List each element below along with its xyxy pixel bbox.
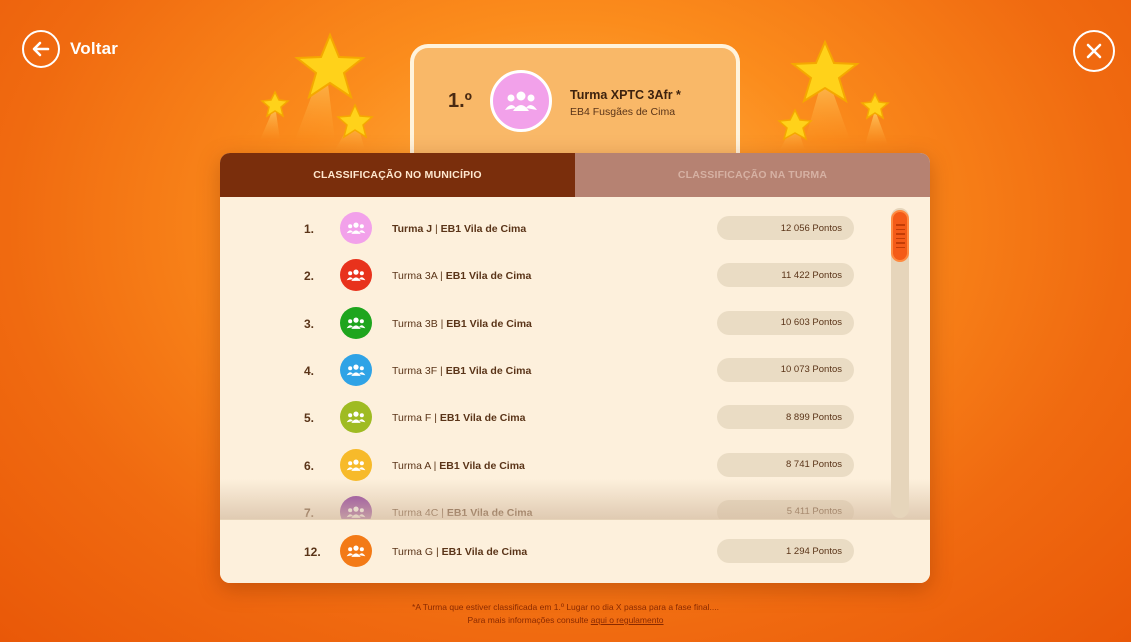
team-name: Turma G [392, 546, 434, 558]
team-label: Turma A | EB1 Vila de Cima [392, 460, 525, 472]
team-avatar [340, 259, 372, 292]
team-label: Turma 3F | EB1 Vila de Cima [392, 365, 531, 377]
ranking-panel: CLASSIFICAÇÃO NO MUNICÍPIO CLASSIFICAÇÃO… [220, 153, 930, 583]
arrow-left-icon [22, 30, 60, 68]
team-label: Turma J | EB1 Vila de Cima [392, 223, 526, 235]
scrollbar[interactable] [891, 208, 909, 518]
school-name: EB1 Vila de Cima [441, 546, 528, 558]
group-icon [346, 506, 366, 518]
team-label: Turma G | EB1 Vila de Cima [392, 546, 527, 558]
list-item: 6. Turma A | EB1 Vila de Cima 8 741 Pontos [220, 442, 930, 489]
rank-number: 4. [304, 363, 315, 378]
group-icon [346, 364, 366, 376]
team-separator: | [437, 270, 446, 283]
team-avatar [340, 212, 372, 244]
tab-bar: CLASSIFICAÇÃO NO MUNICÍPIO CLASSIFICAÇÃO… [220, 153, 930, 197]
star-icon [777, 39, 890, 150]
footer-line-2-prefix: Para mais informações consulte [467, 615, 591, 625]
team-avatar [340, 306, 372, 339]
ranking-list[interactable]: 1. Turma J | EB1 Vila de Cima 12 056 Ponto… [220, 197, 930, 519]
points-badge: 1 294 Pontos [717, 539, 854, 563]
school-name: EB1 Vila de Cima [446, 506, 533, 519]
team-name: Turma A [392, 459, 431, 472]
school-name: EB1 Vila de Cima [445, 270, 532, 283]
team-separator: | [431, 412, 440, 425]
list-item: 4. Turma 3F | EB1 Vila de Cima 10 073 Pont… [220, 347, 930, 394]
tab-municipality[interactable]: CLASSIFICAÇÃO NO MUNICÍPIO [220, 153, 575, 197]
regulation-link[interactable]: aqui o regulamento [591, 615, 664, 625]
rank-number: 2. [304, 269, 315, 284]
close-icon [1073, 30, 1115, 72]
team-separator: | [438, 506, 447, 519]
rank-number: 1. [304, 222, 315, 236]
group-icon [346, 545, 366, 557]
rank-number: 12. [304, 545, 321, 559]
points-badge: 11 422 Pontos [717, 263, 854, 288]
team-avatar [340, 353, 372, 386]
points-badge: 8 741 Pontos [717, 452, 854, 477]
back-label: Voltar [70, 39, 119, 58]
rank-number: 3. [304, 316, 315, 331]
points-badge: 8 899 Pontos [717, 405, 854, 430]
rank-number: 6. [304, 458, 315, 473]
school-name: EB1 Vila de Cima [439, 412, 526, 425]
team-separator: | [430, 459, 440, 472]
list-item: 5. Turma F | EB1 Vila de Cima 8 899 Pontos [220, 394, 930, 441]
featured-school-name: EB4 Fusgães de Cima [570, 106, 676, 118]
school-name: EB1 Vila de Cima [440, 223, 527, 235]
group-icon [505, 91, 537, 111]
team-label: Turma 3A | EB1 Vila de Cima [392, 270, 531, 282]
team-name: Turma 3B [392, 317, 438, 330]
team-name: Turma F [392, 412, 432, 425]
footer-note: *A Turma que estiver classificada em 1.º… [0, 601, 1131, 627]
team-separator: | [432, 223, 441, 235]
list-item: 1. Turma J | EB1 Vila de Cima 12 056 Ponto… [220, 205, 930, 252]
rank-number: 7. [304, 505, 315, 519]
list-item: 12. Turma G | EB1 Vila de Cima 1 294 Pon… [220, 528, 930, 575]
team-name: Turma 3F [392, 364, 438, 377]
featured-avatar [490, 70, 552, 132]
close-button[interactable] [1073, 30, 1115, 72]
group-icon [346, 317, 366, 329]
team-avatar [340, 495, 372, 519]
list-item: 2. Turma 3A | EB1 Vila de Cima 11 422 Pont… [220, 252, 930, 299]
team-separator: | [437, 364, 446, 377]
list-item: 7. Turma 4C | EB1 Vila de Cima 5 411 Ponto… [220, 489, 930, 519]
footer-line-1: *A Turma que estiver classificada em 1.º… [412, 602, 719, 612]
footer-line-2: Para mais informações consulte aqui o re… [0, 614, 1131, 627]
group-icon [346, 269, 366, 282]
group-icon [346, 411, 366, 424]
group-icon [346, 222, 366, 234]
school-name: EB1 Vila de Cima [445, 364, 532, 377]
team-name: Turma 3A [392, 270, 438, 283]
featured-rank: 1.º [448, 90, 472, 112]
back-button[interactable]: Voltar [22, 30, 118, 68]
scrollbar-thumb[interactable] [891, 210, 909, 262]
points-badge: 10 603 Pontos [717, 310, 854, 335]
own-team-row: 12. Turma G | EB1 Vila de Cima 1 294 Pon… [220, 519, 930, 583]
featured-team-name: Turma XPTC 3Afr * [570, 88, 681, 102]
rank-number: 5. [304, 411, 315, 426]
team-avatar [340, 535, 372, 567]
team-name: Turma 4C [392, 506, 439, 519]
tab-class[interactable]: CLASSIFICAÇÃO NA TURMA [575, 153, 930, 197]
team-label: Turma F | EB1 Vila de Cima [392, 412, 525, 424]
star-icon [260, 32, 374, 150]
team-separator: | [437, 317, 447, 330]
team-name: Turma J [392, 223, 433, 235]
points-badge: 12 056 Pontos [717, 216, 854, 240]
team-avatar [340, 401, 372, 434]
group-icon [346, 458, 366, 471]
school-name: EB1 Vila de Cima [446, 317, 532, 330]
points-badge: 10 073 Pontos [717, 357, 854, 382]
team-avatar [340, 448, 372, 481]
team-label: Turma 4C | EB1 Vila de Cima [392, 507, 532, 519]
points-badge: 5 411 Pontos [717, 499, 854, 519]
team-separator: | [433, 546, 442, 558]
list-item: 3. Turma 3B | EB1 Vila de Cima 10 603 Pont… [220, 300, 930, 347]
school-name: EB1 Vila de Cima [439, 459, 525, 472]
team-label: Turma 3B | EB1 Vila de Cima [392, 318, 532, 330]
